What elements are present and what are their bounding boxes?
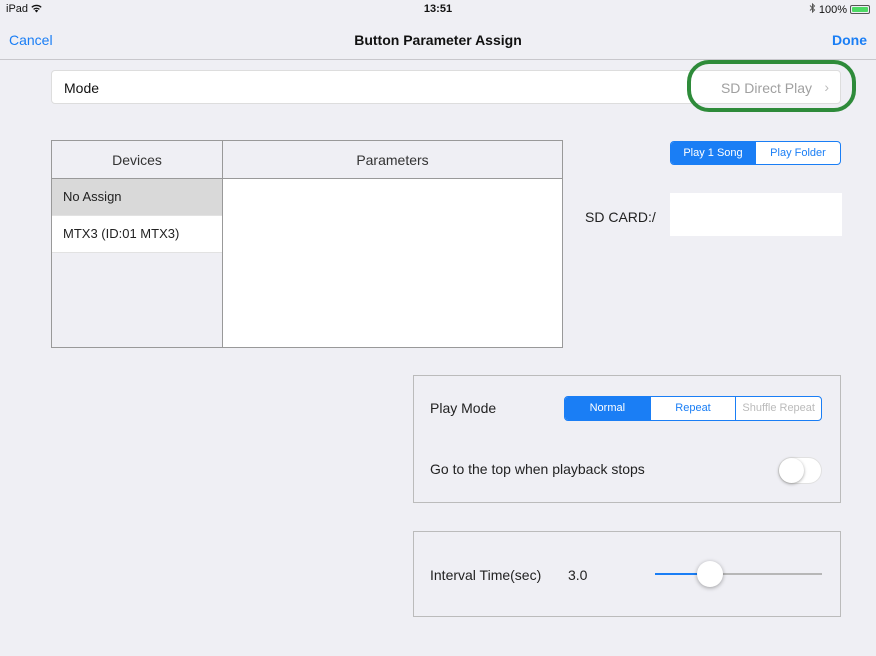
interval-slider-thumb[interactable] <box>697 561 723 587</box>
play-folder-segment[interactable]: Play Folder <box>755 142 840 164</box>
status-right: 100% <box>809 2 870 16</box>
play-type-segmented-control: Play 1 Song Play Folder <box>670 141 841 165</box>
shuffle-repeat-segment: Shuffle Repeat <box>735 397 821 420</box>
repeat-segment[interactable]: Repeat <box>649 397 736 420</box>
bluetooth-icon <box>809 2 816 16</box>
sd-card-path-field[interactable] <box>670 193 842 236</box>
go-to-top-toggle[interactable] <box>778 457 822 484</box>
done-button[interactable]: Done <box>832 32 867 48</box>
status-bar: iPad 13:51 100% <box>0 0 876 20</box>
battery-icon <box>850 5 870 14</box>
parameters-header: Parameters <box>356 152 429 168</box>
device-item-mtx3[interactable]: MTX3 (ID:01 MTX3) <box>52 216 222 253</box>
play-mode-label: Play Mode <box>430 400 497 416</box>
device-parameter-table: Devices Parameters No Assign MTX3 (ID:01… <box>51 140 563 348</box>
page-title: Button Parameter Assign <box>354 32 522 48</box>
status-time: 13:51 <box>423 3 453 15</box>
mode-label: Mode <box>64 80 100 96</box>
mode-row[interactable]: Mode SD Direct Play › <box>51 70 841 104</box>
chevron-right-icon: › <box>824 79 829 95</box>
interval-time-value: 3.0 <box>568 567 588 583</box>
play-mode-panel: Play Mode Normal Repeat Shuffle Repeat G… <box>413 375 841 503</box>
battery-percent: 100% <box>818 3 847 16</box>
devices-header: Devices <box>112 152 162 168</box>
column-divider <box>222 141 223 347</box>
devices-list: No Assign MTX3 (ID:01 MTX3) <box>52 179 222 253</box>
interval-panel: Interval Time(sec) 3.0 <box>413 531 841 617</box>
interval-time-label: Interval Time(sec) <box>430 567 542 583</box>
play-mode-segmented-control: Normal Repeat Shuffle Repeat <box>564 396 822 421</box>
parameters-list <box>223 179 562 347</box>
sd-card-label: SD CARD:/ <box>585 209 656 225</box>
navigation-bar: Cancel Button Parameter Assign Done <box>0 20 876 60</box>
device-item-no-assign[interactable]: No Assign <box>52 179 222 216</box>
go-to-top-label: Go to the top when playback stops <box>430 461 645 477</box>
toggle-knob <box>779 458 804 483</box>
play-1-song-segment[interactable]: Play 1 Song <box>671 142 755 164</box>
normal-segment[interactable]: Normal <box>565 397 650 420</box>
mode-value: SD Direct Play <box>720 80 812 96</box>
